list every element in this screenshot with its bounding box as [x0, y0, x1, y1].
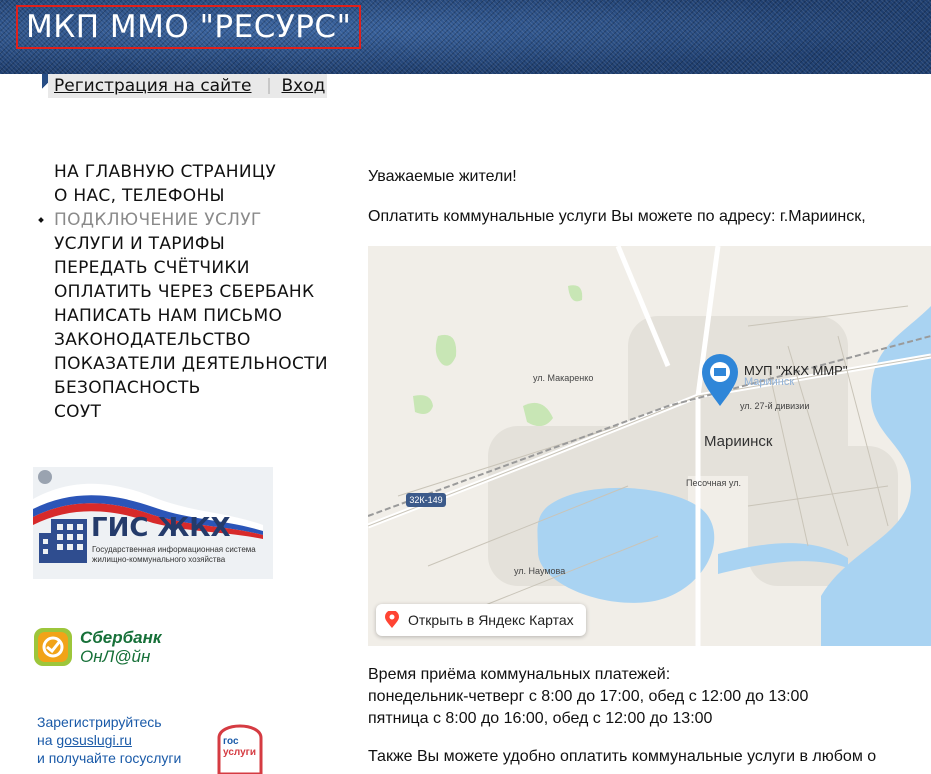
open-in-yandex-maps-button[interactable]: Открыть в Яндекс Картах [376, 604, 586, 636]
register-link[interactable]: Регистрация на сайте [54, 76, 252, 96]
menu-item-label: СОУТ [54, 402, 102, 422]
gis-subtitle-1: Государственная информационная система [92, 545, 256, 554]
menu-item-label: БЕЗОПАСНОСТЬ [54, 378, 201, 398]
sberbank-logo-icon [34, 628, 72, 666]
login-link[interactable]: Вход [282, 76, 326, 96]
gis-title: ГИС ЖКХ [91, 513, 231, 543]
active-bullet-icon [38, 217, 44, 223]
map-marker-sub: Мариинск [744, 376, 795, 388]
hours-title: Время приёма коммунальных платежей: [368, 666, 671, 683]
auth-bar: Регистрация на сайте Вход [41, 74, 328, 98]
menu-item-performance[interactable]: ПОКАЗАТЕЛИ ДЕЯТЕЛЬНОСТИ [36, 352, 328, 376]
hours-line1: понедельник-четверг с 8:00 до 17:00, обе… [368, 688, 809, 705]
map-street-macarenko: ул. Макаренко [533, 373, 594, 383]
gis-zhkh-banner[interactable]: ГИС ЖКХ Государственная информационная с… [33, 467, 273, 579]
yandex-map[interactable]: 32К-149 МУП "ЖКХ ММР" Мариинск Мариинск … [368, 246, 931, 646]
menu-item-safety[interactable]: БЕЗОПАСНОСТЬ [36, 376, 328, 400]
menu-item-about[interactable]: О НАС, ТЕЛЕФОНЫ [36, 184, 328, 208]
map-city-label: Мариинск [704, 433, 773, 450]
menu-item-home[interactable]: НА ГЛАВНУЮ СТРАНИЦУ [36, 160, 328, 184]
map-pin-icon [385, 611, 399, 628]
gos-line3: и получайте госуслуги [37, 750, 182, 766]
menu-item-label: ПОКАЗАТЕЛИ ДЕЯТЕЛЬНОСТИ [54, 354, 328, 374]
site-title[interactable]: МКП ММО "РЕСУРС" [16, 5, 362, 49]
menu-item-label: ПОДКЛЮЧЕНИЕ УСЛУГ [54, 210, 262, 230]
map-graphic [368, 246, 931, 646]
gos-line1: Зарегистрируйтесь [37, 714, 162, 730]
menu-item-meters[interactable]: ПЕРЕДАТЬ СЧЁТЧИКИ [36, 256, 328, 280]
menu-item-write-letter[interactable]: НАПИСАТЬ НАМ ПИСЬМО [36, 304, 328, 328]
map-street-naumova: ул. Наумова [514, 566, 566, 576]
map-street-pesochnaya: Песочная ул. [686, 478, 741, 488]
gos-logo-bottom: услуги [223, 747, 256, 758]
intro-text: Оплатить коммунальные услуги Вы можете п… [368, 208, 866, 225]
menu-item-sout[interactable]: СОУТ [36, 400, 328, 424]
menu-item-connection[interactable]: ПОДКЛЮЧЕНИЕ УСЛУГ [36, 208, 328, 232]
payment-hours: Время приёма коммунальных платежей: поне… [368, 664, 808, 730]
menu-item-label: ОПЛАТИТЬ ЧЕРЕЗ СБЕРБАНК [54, 282, 315, 302]
site-header: МКП ММО "РЕСУРС" [0, 0, 931, 74]
auth-divider [267, 78, 270, 94]
gosuslugi-link[interactable]: gosuslugi.ru [56, 732, 132, 748]
sidebar-menu: НА ГЛАВНУЮ СТРАНИЦУ О НАС, ТЕЛЕФОНЫ ПОДК… [36, 160, 328, 424]
greeting-text: Уважаемые жители! [368, 168, 517, 185]
menu-item-legislation[interactable]: ЗАКОНОДАТЕЛЬСТВО [36, 328, 328, 352]
menu-item-label: УСЛУГИ И ТАРИФЫ [54, 234, 226, 254]
gos-line2-prefix: на [37, 732, 57, 748]
gosuslugi-banner[interactable]: Зарегистрируйтесь на gosuslugi.ru и полу… [33, 712, 293, 774]
sberbank-online-banner[interactable]: Сбербанк ОнЛ@йн [33, 626, 183, 668]
gos-logo-top: гос [223, 736, 239, 747]
also-text: Также Вы можете удобно оплатить коммунал… [368, 748, 877, 765]
map-street-27div: ул. 27-й дивизии [740, 401, 810, 411]
sber-line2: ОнЛ@йн [80, 647, 151, 666]
road-badge: 32К-149 [409, 495, 443, 505]
menu-item-label: НА ГЛАВНУЮ СТРАНИЦУ [54, 162, 277, 182]
gos-line2: на gosuslugi.ru [37, 732, 132, 748]
hours-line2: пятница с 8:00 до 16:00, обед с 12:00 до… [368, 710, 713, 727]
menu-item-label: НАПИСАТЬ НАМ ПИСЬМО [54, 306, 283, 326]
menu-item-label: О НАС, ТЕЛЕФОНЫ [54, 186, 225, 206]
menu-item-label: ЗАКОНОДАТЕЛЬСТВО [54, 330, 251, 350]
menu-item-sberbank-pay[interactable]: ОПЛАТИТЬ ЧЕРЕЗ СБЕРБАНК [36, 280, 328, 304]
open-in-yandex-label: Открыть в Яндекс Картах [408, 612, 574, 628]
menu-item-tariffs[interactable]: УСЛУГИ И ТАРИФЫ [36, 232, 328, 256]
sber-line1: Сбербанк [80, 628, 162, 647]
menu-item-label: ПЕРЕДАТЬ СЧЁТЧИКИ [54, 258, 250, 278]
gis-subtitle-2: жилищно-коммунального хозяйства [92, 555, 226, 564]
